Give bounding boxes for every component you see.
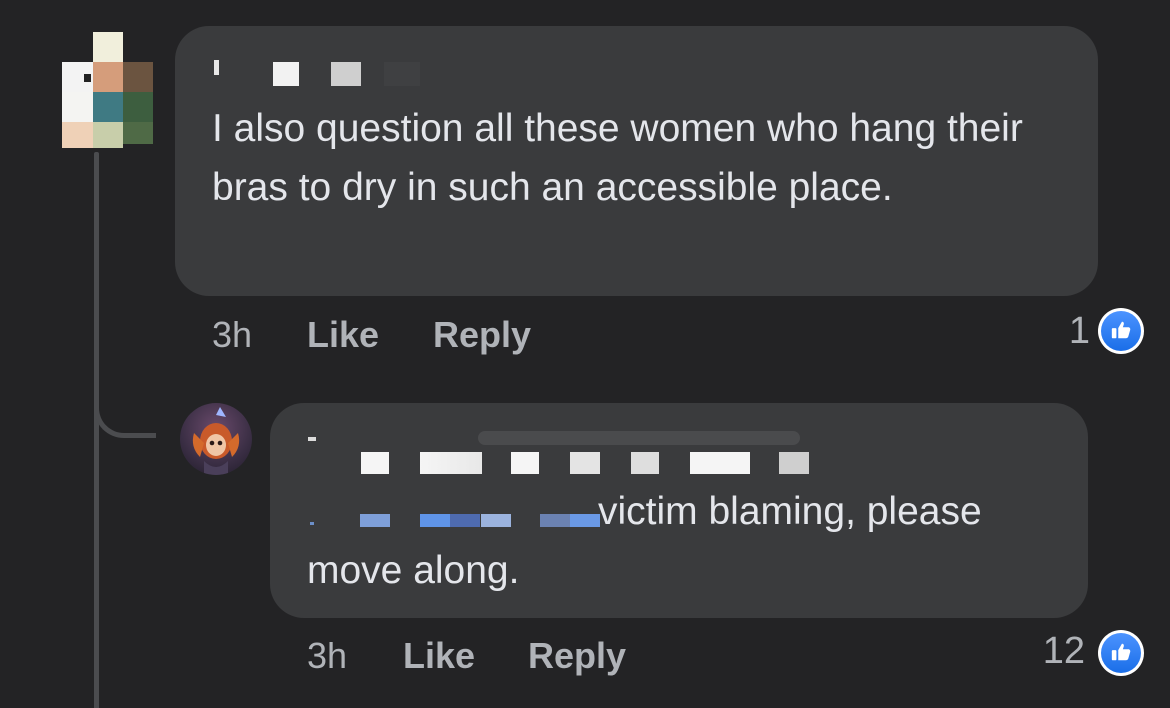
- thread-line: [94, 152, 99, 708]
- thumbs-up-icon[interactable]: [1098, 308, 1144, 354]
- reaction-count[interactable]: 1: [1069, 310, 1090, 353]
- reply-text-line1: victim blaming, please: [598, 490, 982, 533]
- avatar[interactable]: [60, 30, 160, 148]
- reply-text-line2: move along.: [307, 549, 520, 592]
- redacted-name: [361, 452, 389, 474]
- reaction-count[interactable]: 12: [1043, 630, 1085, 673]
- like-button[interactable]: Like: [403, 635, 475, 677]
- redacted-mention[interactable]: [570, 514, 600, 527]
- redacted-mention[interactable]: [540, 514, 570, 527]
- reply-button[interactable]: Reply: [528, 635, 626, 677]
- thread-branch-line: [94, 370, 156, 438]
- redacted-mention[interactable]: [360, 514, 390, 527]
- redacted-name: [331, 62, 361, 86]
- redacted-name: [478, 431, 800, 445]
- redacted-mention[interactable]: [481, 514, 511, 527]
- redacted-name: [511, 452, 539, 474]
- comment-thread: I also question all these women who hang…: [0, 0, 1170, 708]
- redacted-name: [273, 62, 299, 86]
- redacted-name: [631, 452, 659, 474]
- redacted-mention[interactable]: [450, 514, 480, 527]
- like-button[interactable]: Like: [307, 314, 379, 356]
- comment-text: I also question all these women who hang…: [212, 107, 1034, 209]
- redacted-name: [690, 452, 750, 474]
- redacted-name: [779, 452, 809, 474]
- redacted-name: [570, 452, 600, 474]
- redacted-mention[interactable]: [420, 514, 450, 527]
- comment-timestamp[interactable]: 3h: [212, 314, 252, 356]
- redacted-name: [384, 62, 420, 86]
- redacted-name: [420, 452, 482, 474]
- redacted-name: [214, 60, 219, 75]
- redacted-mention[interactable]: [310, 522, 314, 525]
- thumbs-up-icon[interactable]: [1098, 630, 1144, 676]
- reply-button[interactable]: Reply: [433, 314, 531, 356]
- reply-avatar[interactable]: [180, 403, 252, 475]
- reply-timestamp[interactable]: 3h: [307, 635, 347, 677]
- redacted-name: [308, 437, 316, 441]
